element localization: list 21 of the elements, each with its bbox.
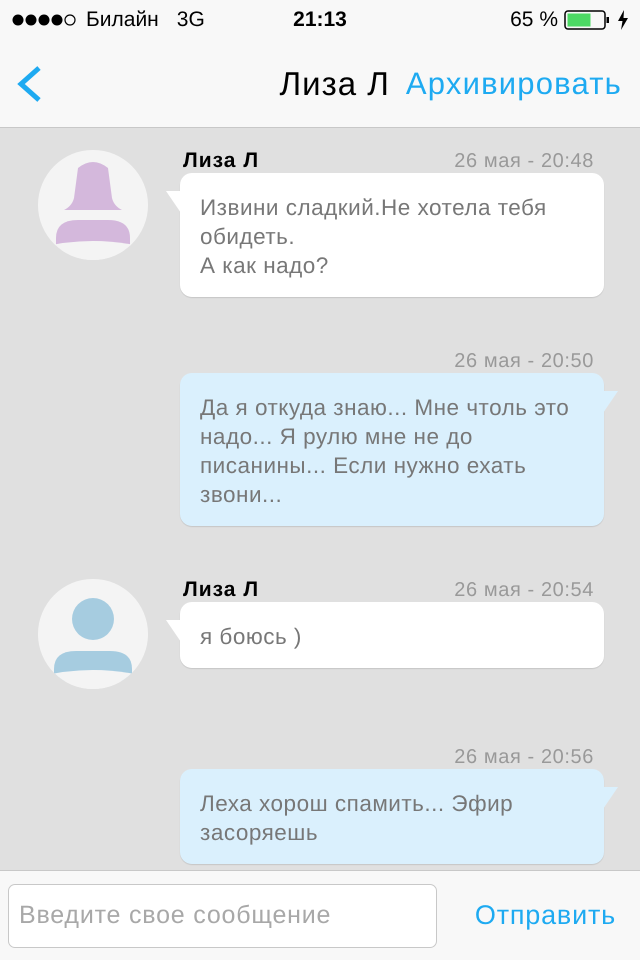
message-time: 26 мая - 20:56 [454, 746, 594, 769]
chat-title: Лиза Л [280, 64, 390, 102]
message-time: 26 мая - 20:50 [454, 350, 594, 373]
message-bubble: Извини сладкий.Не хотела тебя обидеть. А как надо? [165, 173, 604, 298]
message-time: 26 мая - 20:48 [454, 150, 594, 173]
battery-percentage: 65 % [510, 8, 558, 32]
message-bubble: Да я откуда знаю... Мне чтоль это надо... Я рулю мне не до писанины... Если нужно ехать звони... [180, 373, 619, 527]
carrier-name: Билайн [86, 8, 159, 32]
message-bubble: я боюсь ) [165, 602, 604, 669]
message-bubble: Леха хорош спамить... Эфир засоряешь [180, 769, 619, 865]
archive-button[interactable]: Архивировать [406, 66, 622, 102]
network-type: 3G [176, 8, 205, 32]
charging-icon [618, 10, 628, 30]
sender-name: Лиза Л [183, 149, 260, 173]
clock-time: 21:13 [293, 8, 347, 31]
message-input[interactable]: Введите свое сообщение [8, 884, 437, 948]
sender-name: Лиза Л [183, 578, 260, 602]
signal-icon [12, 13, 78, 27]
message-time: 26 мая - 20:54 [454, 579, 594, 602]
send-button[interactable]: Отправить [474, 900, 616, 931]
battery-icon [564, 9, 612, 31]
